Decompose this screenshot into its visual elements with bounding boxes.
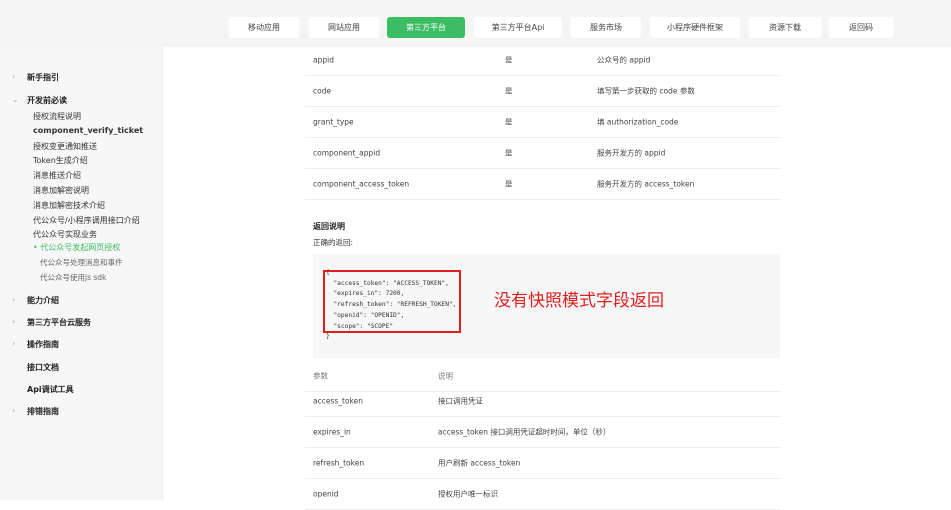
param-name: appid xyxy=(313,56,334,65)
sidebar-subitem[interactable]: Token生成介绍 xyxy=(33,155,88,166)
section-subtitle: 正确的返回: xyxy=(313,237,353,248)
tab-mobile-app[interactable]: 移动应用 xyxy=(229,17,299,38)
param-desc: 接口调用凭证 xyxy=(438,396,483,407)
chevron-down-icon: ⌄ xyxy=(12,95,19,104)
tab-resource-download[interactable]: 资源下载 xyxy=(749,17,821,38)
param-desc: 公众号的 appid xyxy=(597,55,650,66)
sidebar-item-capabilities[interactable]: 能力介绍 xyxy=(27,295,59,306)
chevron-right-icon: › xyxy=(12,72,15,81)
table-row: access_token 接口调用凭证 xyxy=(305,386,780,417)
param-required: 是 xyxy=(505,55,513,66)
section-title: 返回说明 xyxy=(313,221,345,232)
tab-return-codes[interactable]: 返回码 xyxy=(829,17,893,38)
tab-third-party-api[interactable]: 第三方平台Api xyxy=(474,17,562,38)
param-name: component_access_token xyxy=(313,180,409,189)
table-row: openid 授权用户唯一标识 xyxy=(305,479,780,510)
table-row: appid 是 公众号的 appid xyxy=(305,45,780,76)
param-name: grant_type xyxy=(313,118,354,127)
param-desc: 授权用户唯一标识 xyxy=(438,489,498,500)
sidebar-item-cloud-service[interactable]: 第三方平台云服务 xyxy=(27,317,91,328)
table-row: code 是 填写第一步获取的 code 参数 xyxy=(305,76,780,107)
param-name: refresh_token xyxy=(313,459,364,468)
table-row: expires_in access_token 接口调用凭证超时时间，单位（秒） xyxy=(305,417,780,448)
sidebar-subitem[interactable]: 代公众号/小程序调用接口介绍 xyxy=(33,215,140,226)
sidebar-item-beginner-guide[interactable]: 新手指引 xyxy=(27,72,59,83)
tab-third-party-platform[interactable]: 第三方平台 xyxy=(387,17,465,38)
table-row: component_appid 是 服务开发方的 appid xyxy=(305,138,780,169)
sidebar-item-prereading[interactable]: 开发前必读 xyxy=(27,95,67,106)
sidebar-item-api-docs[interactable]: 接口文档 xyxy=(27,362,59,373)
sidebar-subitem[interactable]: 消息加解密技术介绍 xyxy=(33,200,105,211)
sidebar-subitem[interactable]: 代公众号使用js sdk xyxy=(40,272,106,283)
param-desc: 用户刷新 access_token xyxy=(438,458,520,469)
sidebar-item-operation-guide[interactable]: 操作指南 xyxy=(27,339,59,350)
param-desc: 服务开发方的 appid xyxy=(597,148,665,159)
param-name: component_appid xyxy=(313,149,380,158)
param-required: 是 xyxy=(505,148,513,159)
table-row: refresh_token 用户刷新 access_token xyxy=(305,448,780,479)
tab-service-market[interactable]: 服务市场 xyxy=(571,17,641,38)
header-param: 参数 xyxy=(313,371,328,382)
table-row: component_access_token 是 服务开发方的 access_tok… xyxy=(305,169,780,200)
chevron-right-icon: › xyxy=(12,295,15,304)
chevron-right-icon: › xyxy=(12,317,15,326)
sidebar-subitem[interactable]: 消息加解密说明 xyxy=(33,185,89,196)
sidebar-item-api-debug[interactable]: Api调试工具 xyxy=(27,384,74,395)
sidebar-subitem-active[interactable]: • 代公众号发起网页授权 xyxy=(33,242,120,253)
param-name: code xyxy=(313,87,331,96)
chevron-right-icon: › xyxy=(12,406,15,415)
top-nav: 移动应用 网站应用 第三方平台 第三方平台Api 服务市场 小程序硬件框架 资源… xyxy=(0,0,951,47)
sidebar-subitem[interactable]: component_verify_ticket xyxy=(33,126,143,135)
tab-miniprogram-hardware[interactable]: 小程序硬件框架 xyxy=(650,17,740,38)
param-required: 是 xyxy=(505,86,513,97)
annotation-text: 没有快照模式字段返回 xyxy=(494,286,664,311)
param-name: expires_in xyxy=(313,428,351,437)
table-row: grant_type 是 填 authorization_code xyxy=(305,107,780,138)
param-name: openid xyxy=(313,490,339,499)
param-required: 是 xyxy=(505,117,513,128)
sidebar-item-troubleshooting[interactable]: 排错指南 xyxy=(27,406,59,417)
header-desc: 说明 xyxy=(438,371,453,382)
sidebar-subitem[interactable]: 授权变更通知推送 xyxy=(33,141,97,152)
param-desc: 填 authorization_code xyxy=(597,117,678,128)
sidebar-subitem[interactable]: 消息推送介绍 xyxy=(33,170,81,181)
tab-web-app[interactable]: 网站应用 xyxy=(309,17,379,38)
sidebar-subitem[interactable]: 代公众号实现业务 xyxy=(33,229,97,240)
param-desc: access_token 接口调用凭证超时时间，单位（秒） xyxy=(438,427,610,438)
sidebar-subitem[interactable]: 授权流程说明 xyxy=(33,111,81,122)
param-desc: 服务开发方的 access_token xyxy=(597,179,694,190)
param-name: access_token xyxy=(313,397,363,406)
highlight-box xyxy=(323,270,461,333)
sidebar-subitem[interactable]: 代公众号处理消息和事件 xyxy=(40,257,123,268)
param-required: 是 xyxy=(505,179,513,190)
chevron-right-icon: › xyxy=(12,339,15,348)
param-desc: 填写第一步获取的 code 参数 xyxy=(597,86,695,97)
